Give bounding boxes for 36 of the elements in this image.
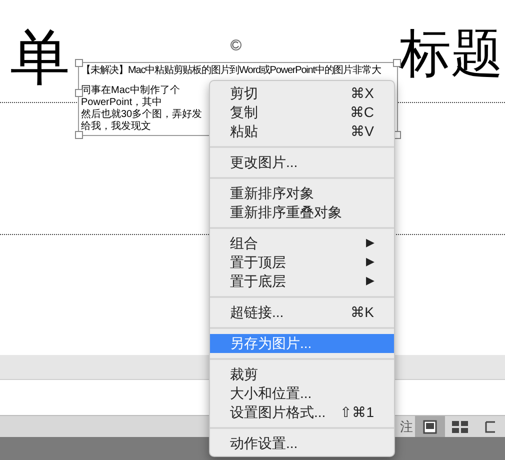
menu-item[interactable]: 置于顶层 ▶ — [210, 253, 394, 272]
shortcut-label: ⌘K — [350, 303, 374, 322]
menu-item[interactable]: 剪切 ⌘X — [210, 84, 394, 103]
submenu-arrow: ▶ — [366, 255, 374, 270]
menu-item[interactable]: 超链接... ⌘K — [210, 303, 394, 322]
menu-item[interactable]: 裁剪 — [210, 365, 394, 384]
menu-item[interactable]: 更改图片... — [210, 153, 394, 172]
menu-item[interactable]: 复制 ⌘C — [210, 103, 394, 122]
resize-handle[interactable] — [75, 89, 83, 97]
menu-item[interactable]: 另存为图片... — [210, 334, 394, 353]
view-button[interactable] — [415, 416, 445, 438]
menu-item[interactable]: 动作设置... — [210, 434, 394, 453]
menu-item[interactable]: 大小和位置... — [210, 384, 394, 403]
notes-label[interactable]: 注 — [400, 416, 413, 436]
image-text-line: 然后也就30多个图，弄好发给我，我发现文 — [81, 109, 204, 133]
menu-item[interactable]: 粘贴 ⌘V — [210, 122, 394, 141]
grid-icon — [452, 420, 468, 432]
resize-handle[interactable] — [75, 131, 83, 139]
submenu-arrow: ▶ — [366, 236, 374, 252]
menu-item[interactable]: 组合 ▶ — [210, 234, 394, 253]
shortcut-label: ⌘C — [350, 103, 374, 122]
menu-item[interactable]: 设置图片格式... ⇧⌘1 — [210, 403, 394, 422]
title-text[interactable]: 单 — [10, 28, 70, 88]
resize-handle[interactable] — [75, 59, 83, 67]
resize-handle[interactable] — [393, 59, 401, 67]
menu-item[interactable]: 重新排序重叠对象 — [210, 203, 394, 222]
slide-view-icon — [423, 420, 437, 434]
title-text[interactable]: 标题 — [399, 28, 503, 80]
shortcut-label: ⌘X — [350, 84, 374, 103]
submenu-arrow: ▶ — [366, 274, 374, 290]
shortcut-label: ⌘V — [350, 122, 374, 141]
rotate-handle-icon[interactable] — [230, 39, 242, 51]
image-heading: 【未解决】Mac中粘贴剪贴板的图片到Word或PowerPoint中的图片非常大 — [81, 65, 382, 77]
menu-item[interactable]: 置于底层 ▶ — [210, 272, 394, 291]
shortcut-label: ⇧⌘1 — [340, 403, 374, 422]
menu-item[interactable]: 重新排序对象 — [210, 184, 394, 203]
